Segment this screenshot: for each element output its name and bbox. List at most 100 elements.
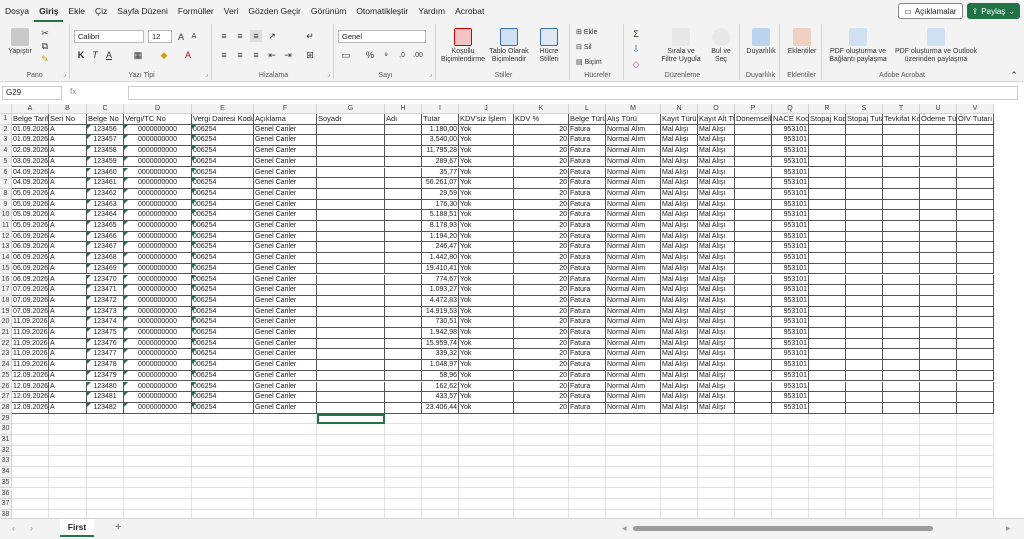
empty-cell[interactable]: [422, 477, 459, 489]
empty-cell[interactable]: [514, 435, 569, 446]
data-cell[interactable]: Fatura: [569, 263, 606, 275]
data-cell[interactable]: [846, 274, 883, 286]
data-cell[interactable]: 20: [514, 178, 569, 189]
data-cell[interactable]: 953101: [772, 370, 809, 382]
data-cell[interactable]: 953101: [772, 381, 809, 393]
empty-cell[interactable]: [957, 413, 994, 425]
empty-cell[interactable]: [809, 509, 846, 518]
data-cell[interactable]: [920, 285, 957, 296]
data-cell[interactable]: 0000000000: [124, 274, 192, 286]
empty-cell[interactable]: [459, 424, 514, 435]
data-cell[interactable]: Mal Alışı: [698, 285, 735, 296]
data-cell[interactable]: [317, 221, 385, 232]
data-cell[interactable]: [957, 263, 994, 275]
data-cell[interactable]: Genel Cariler: [254, 317, 317, 328]
data-cell[interactable]: [846, 146, 883, 157]
empty-cell[interactable]: [735, 445, 772, 457]
empty-cell[interactable]: [192, 477, 254, 489]
data-cell[interactable]: Normal Alım: [606, 349, 661, 361]
data-cell[interactable]: A: [49, 274, 87, 286]
data-cell[interactable]: A: [49, 124, 87, 136]
empty-cell[interactable]: [920, 456, 957, 468]
data-cell[interactable]: 0000000000: [124, 178, 192, 189]
menu-item-9[interactable]: Otomatikleştir: [351, 0, 413, 22]
data-cell[interactable]: [957, 242, 994, 254]
autosum-icon[interactable]: Σ: [630, 28, 642, 40]
data-cell[interactable]: Genel Cariler: [254, 274, 317, 286]
data-cell[interactable]: [385, 242, 422, 254]
clear-icon[interactable]: ◇: [630, 58, 642, 70]
font-dialog-launcher-icon[interactable]: ⌟: [205, 71, 208, 78]
data-cell[interactable]: [846, 370, 883, 382]
data-cell[interactable]: Mal Alışı: [698, 146, 735, 157]
decrease-font-icon[interactable]: A: [189, 30, 199, 43]
data-cell[interactable]: [809, 156, 846, 168]
data-cell[interactable]: A: [49, 231, 87, 243]
empty-cell[interactable]: [883, 445, 920, 457]
data-cell[interactable]: [385, 381, 422, 393]
empty-cell[interactable]: [846, 499, 883, 510]
data-cell[interactable]: [920, 253, 957, 264]
data-cell[interactable]: [846, 263, 883, 275]
data-cell[interactable]: 1.180,00: [422, 124, 459, 136]
clipboard-dialog-launcher-icon[interactable]: ⌟: [63, 71, 66, 78]
data-cell[interactable]: 20: [514, 124, 569, 136]
empty-cell[interactable]: [49, 499, 87, 510]
data-cell[interactable]: 006254: [192, 221, 254, 232]
data-cell[interactable]: Yok: [459, 392, 514, 403]
data-cell[interactable]: [385, 231, 422, 243]
data-cell[interactable]: [920, 242, 957, 254]
empty-cell[interactable]: [385, 424, 422, 435]
header-cell[interactable]: Soyadı: [317, 114, 385, 125]
data-cell[interactable]: [809, 349, 846, 361]
data-cell[interactable]: [957, 360, 994, 371]
data-cell[interactable]: Mal Alışı: [698, 338, 735, 350]
column-header-p[interactable]: P: [735, 104, 772, 114]
data-cell[interactable]: 06.09.2026: [12, 253, 49, 264]
empty-cell[interactable]: [459, 509, 514, 518]
data-cell[interactable]: [317, 381, 385, 393]
data-cell[interactable]: [735, 338, 772, 350]
data-cell[interactable]: [883, 135, 920, 147]
data-cell[interactable]: [957, 402, 994, 414]
empty-cell[interactable]: [317, 456, 385, 468]
data-cell[interactable]: [920, 381, 957, 393]
data-cell[interactable]: Mal Alışı: [698, 178, 735, 189]
data-cell[interactable]: [385, 188, 422, 200]
data-cell[interactable]: [735, 199, 772, 211]
data-cell[interactable]: [809, 210, 846, 221]
empty-cell[interactable]: [49, 445, 87, 457]
data-cell[interactable]: [385, 210, 422, 221]
empty-cell[interactable]: [124, 435, 192, 446]
empty-cell[interactable]: [254, 499, 317, 510]
data-cell[interactable]: Mal Alışı: [698, 231, 735, 243]
data-cell[interactable]: [920, 370, 957, 382]
data-cell[interactable]: Yok: [459, 135, 514, 147]
data-cell[interactable]: Mal Alışı: [698, 135, 735, 147]
data-cell[interactable]: [385, 360, 422, 371]
data-cell[interactable]: 20: [514, 167, 569, 179]
data-cell[interactable]: 123466: [87, 231, 124, 243]
data-cell[interactable]: Mal Alışı: [661, 242, 698, 254]
data-cell[interactable]: [846, 349, 883, 361]
header-cell[interactable]: Alış Türü: [606, 114, 661, 125]
data-cell[interactable]: [883, 167, 920, 179]
data-cell[interactable]: Mal Alışı: [661, 178, 698, 189]
data-cell[interactable]: [385, 306, 422, 318]
row-header[interactable]: 16: [0, 274, 12, 286]
empty-cell[interactable]: [459, 413, 514, 425]
data-cell[interactable]: 0000000000: [124, 156, 192, 168]
empty-cell[interactable]: [385, 413, 422, 425]
data-cell[interactable]: [957, 285, 994, 296]
data-cell[interactable]: [920, 402, 957, 414]
data-cell[interactable]: [317, 274, 385, 286]
data-cell[interactable]: 006254: [192, 124, 254, 136]
align-middle-icon[interactable]: ≡: [234, 30, 246, 42]
empty-cell[interactable]: [192, 445, 254, 457]
data-cell[interactable]: Normal Alım: [606, 370, 661, 382]
header-cell[interactable]: KDV %: [514, 114, 569, 125]
data-cell[interactable]: 953101: [772, 306, 809, 318]
data-cell[interactable]: [317, 188, 385, 200]
data-cell[interactable]: [809, 295, 846, 307]
row-header[interactable]: 4: [0, 146, 12, 157]
